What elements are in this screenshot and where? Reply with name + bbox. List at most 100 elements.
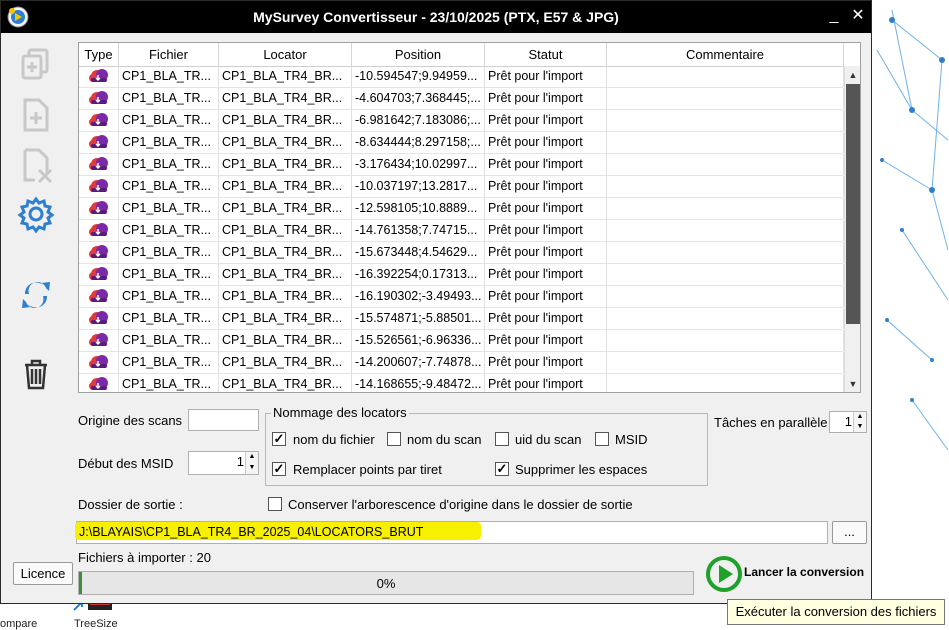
dossier-sortie-label: Dossier de sortie :: [78, 497, 183, 512]
cell-fichier: CP1_BLA_TR...: [119, 220, 219, 241]
play-start-icon[interactable]: [705, 555, 743, 593]
origine-scans-label: Origine des scans: [78, 413, 183, 428]
settings-gear-icon[interactable]: [15, 193, 57, 235]
column-header-type[interactable]: Type: [79, 43, 119, 66]
table-row[interactable]: CP1_BLA_TR... CP1_BLA_TR4_BR... -15.526561…: [79, 330, 844, 352]
table-row[interactable]: CP1_BLA_TR... CP1_BLA_TR4_BR... -8.634444;…: [79, 132, 844, 154]
cell-fichier: CP1_BLA_TR...: [119, 132, 219, 153]
trash-icon[interactable]: [15, 353, 57, 395]
cell-type: [79, 198, 119, 219]
column-header-position[interactable]: Position: [352, 43, 485, 66]
nom-scan-label: nom du scan: [407, 432, 482, 447]
cell-statut: Prêt pour l'import: [485, 220, 607, 241]
scan-cloud-icon: [89, 91, 108, 104]
lancer-conversion-button[interactable]: Lancer la conversion: [744, 565, 864, 579]
nom-scan-checkbox[interactable]: [387, 432, 401, 446]
msid-label: MSID: [615, 432, 648, 447]
scan-cloud-icon: [89, 267, 108, 280]
cell-statut: Prêt pour l'import: [485, 198, 607, 219]
minimize-button[interactable]: _: [825, 7, 843, 25]
licence-button[interactable]: Licence: [13, 562, 73, 585]
remplacer-points-checkbox[interactable]: ✓: [272, 462, 286, 476]
debut-msid-spinner[interactable]: 1 ▲ ▼: [188, 451, 259, 475]
scroll-down-arrow-icon[interactable]: ▼: [845, 376, 860, 392]
tooltip: Exécuter la conversion des fichiers: [727, 599, 945, 625]
scan-cloud-icon: [89, 377, 108, 390]
remplacer-points-label: Remplacer points par tiret: [293, 462, 442, 477]
table-row[interactable]: CP1_BLA_TR... CP1_BLA_TR4_BR... -14.761358…: [79, 220, 844, 242]
close-button[interactable]: ✕: [849, 7, 867, 25]
cell-locator: CP1_BLA_TR4_BR...: [219, 330, 352, 351]
column-header-fichier[interactable]: Fichier: [119, 43, 219, 66]
cell-commentaire: [607, 66, 844, 87]
column-header-commentaire[interactable]: Commentaire: [607, 43, 844, 66]
taches-parallele-label: Tâches en parallèle: [714, 415, 828, 430]
add-file-icon[interactable]: [15, 94, 57, 136]
spin-down-icon[interactable]: ▼: [245, 463, 258, 474]
cell-position: -15.526561;-6.96336...: [352, 330, 485, 351]
cell-commentaire: [607, 110, 844, 131]
column-header-locator[interactable]: Locator: [219, 43, 352, 66]
table-row[interactable]: CP1_BLA_TR... CP1_BLA_TR4_BR... -10.594547…: [79, 66, 844, 88]
cell-fichier: CP1_BLA_TR...: [119, 286, 219, 307]
table-row[interactable]: CP1_BLA_TR... CP1_BLA_TR4_BR... -6.981642;…: [79, 110, 844, 132]
taches-parallele-spinner[interactable]: 1 ▲ ▼: [829, 411, 867, 433]
supprimer-espaces-checkbox[interactable]: ✓: [495, 462, 509, 476]
cell-fichier: CP1_BLA_TR...: [119, 242, 219, 263]
table-row[interactable]: CP1_BLA_TR... CP1_BLA_TR4_BR... -14.168655…: [79, 374, 844, 392]
conserver-arborescence-checkbox[interactable]: [268, 497, 282, 511]
cell-type: [79, 88, 119, 109]
cell-type: [79, 264, 119, 285]
table-row[interactable]: CP1_BLA_TR... CP1_BLA_TR4_BR... -15.673448…: [79, 242, 844, 264]
title-bar[interactable]: MySurvey Convertisseur - 23/10/2025 (PTX…: [1, 1, 871, 33]
scan-cloud-icon: [89, 311, 108, 324]
origine-scans-input[interactable]: [188, 409, 259, 431]
add-scan-icon[interactable]: [15, 44, 57, 86]
output-path-value[interactable]: J:\BLAYAIS\CP1_BLA_TR4_BR_2025_04\LOCATO…: [79, 525, 423, 539]
table-row[interactable]: CP1_BLA_TR... CP1_BLA_TR4_BR... -16.190302…: [79, 286, 844, 308]
cell-type: [79, 220, 119, 241]
refresh-icon[interactable]: [15, 274, 57, 316]
uid-scan-checkbox[interactable]: [495, 432, 509, 446]
desktop-icon-label-treesize[interactable]: TreeSize: [74, 618, 118, 630]
fichiers-a-importer-text: Fichiers à importer : 20: [78, 550, 211, 565]
cell-type: [79, 110, 119, 131]
column-header-statut[interactable]: Statut: [485, 43, 607, 66]
table-row[interactable]: CP1_BLA_TR... CP1_BLA_TR4_BR... -3.176434;…: [79, 154, 844, 176]
cell-position: -8.634444;8.297158;...: [352, 132, 485, 153]
scrollbar-thumb[interactable]: [846, 84, 860, 324]
nom-fichier-checkbox[interactable]: ✓: [272, 432, 286, 446]
desktop-icon-label-compare[interactable]: ompare: [0, 618, 37, 630]
cell-locator: CP1_BLA_TR4_BR...: [219, 110, 352, 131]
table-row[interactable]: CP1_BLA_TR... CP1_BLA_TR4_BR... -14.200607…: [79, 352, 844, 374]
uid-scan-label: uid du scan: [515, 432, 582, 447]
cell-locator: CP1_BLA_TR4_BR...: [219, 242, 352, 263]
cell-fichier: CP1_BLA_TR...: [119, 308, 219, 329]
remove-file-icon[interactable]: [15, 144, 57, 186]
files-table: Type Fichier Locator Position Statut Com…: [78, 42, 861, 393]
progress-percent-text: 0%: [376, 576, 396, 591]
msid-checkbox[interactable]: [595, 432, 609, 446]
table-row[interactable]: CP1_BLA_TR... CP1_BLA_TR4_BR... -10.037197…: [79, 176, 844, 198]
table-row[interactable]: CP1_BLA_TR... CP1_BLA_TR4_BR... -15.574871…: [79, 308, 844, 330]
table-row[interactable]: CP1_BLA_TR... CP1_BLA_TR4_BR... -4.604703;…: [79, 88, 844, 110]
cell-fichier: CP1_BLA_TR...: [119, 176, 219, 197]
spin-up-icon[interactable]: ▲: [245, 452, 258, 463]
cell-statut: Prêt pour l'import: [485, 308, 607, 329]
cell-fichier: CP1_BLA_TR...: [119, 264, 219, 285]
cell-type: [79, 176, 119, 197]
cell-position: -3.176434;10.02997...: [352, 154, 485, 175]
spin-up-icon[interactable]: ▲: [853, 412, 866, 422]
cell-fichier: CP1_BLA_TR...: [119, 66, 219, 87]
table-row[interactable]: CP1_BLA_TR... CP1_BLA_TR4_BR... -16.392254…: [79, 264, 844, 286]
table-row[interactable]: CP1_BLA_TR... CP1_BLA_TR4_BR... -12.598105…: [79, 198, 844, 220]
scroll-up-arrow-icon[interactable]: ▲: [845, 67, 860, 83]
table-vertical-scrollbar[interactable]: ▲ ▼: [844, 66, 860, 392]
cell-type: [79, 352, 119, 373]
cell-position: -14.761358;7.74715...: [352, 220, 485, 241]
scan-cloud-icon: [89, 223, 108, 236]
cell-statut: Prêt pour l'import: [485, 88, 607, 109]
browse-button[interactable]: ...: [832, 521, 867, 544]
spin-down-icon[interactable]: ▼: [853, 422, 866, 432]
cell-statut: Prêt pour l'import: [485, 154, 607, 175]
